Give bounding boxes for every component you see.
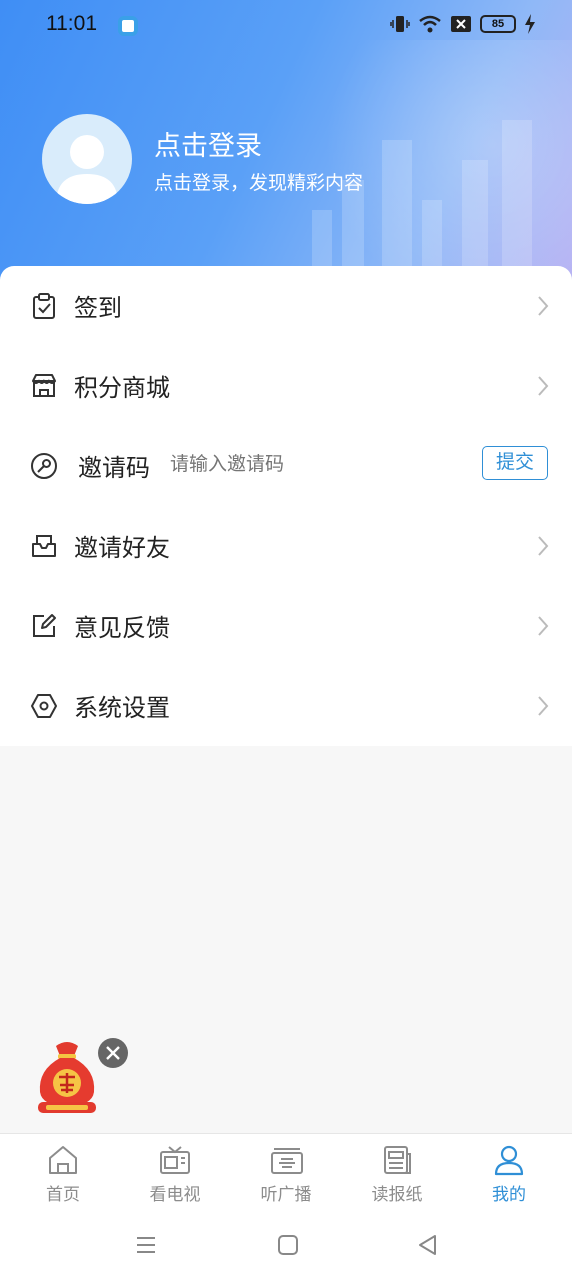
tab-tv-label: 看电视 [149, 1185, 201, 1205]
charging-icon [525, 14, 535, 34]
menu-item-feedback[interactable]: 意见反馈 [0, 586, 572, 666]
menu-icon[interactable] [134, 1233, 158, 1257]
back-icon[interactable] [416, 1233, 440, 1257]
chevron-right-icon [538, 296, 549, 316]
store-icon [32, 374, 56, 397]
key-icon [31, 453, 57, 479]
bottom-tab-bar: 首页 看电视 听广播 读报纸 我的 [0, 1133, 572, 1215]
menu-item-invite-code: 邀请码 提交 [0, 426, 572, 506]
submit-button[interactable]: 提交 [482, 446, 548, 480]
checkin-label: 签到 [74, 294, 122, 322]
login-title[interactable]: 点击登录 [154, 124, 262, 163]
menu-item-invite-friends[interactable]: 邀请好友 [0, 506, 572, 586]
tab-home-label: 首页 [46, 1185, 80, 1205]
settings-icon [31, 694, 57, 718]
tab-radio[interactable]: 听广播 [229, 1134, 343, 1216]
close-lucky-bag-button[interactable] [98, 1038, 128, 1068]
chevron-right-icon [538, 376, 549, 396]
envelope-icon [32, 535, 56, 557]
tab-mine-label: 我的 [492, 1185, 526, 1205]
tab-tv[interactable]: 看电视 [118, 1134, 232, 1216]
radio-icon [271, 1148, 303, 1174]
edit-icon [33, 614, 56, 637]
app-notification-icon [118, 16, 138, 36]
clipboard-check-icon [33, 293, 55, 319]
invite-code-input[interactable] [170, 453, 420, 475]
points-mall-label: 积分商城 [74, 374, 170, 402]
lucky-bag-icon[interactable] [34, 1040, 100, 1116]
close-icon [106, 1046, 120, 1060]
menu-item-checkin[interactable]: 签到 [0, 266, 572, 346]
home-square-icon[interactable] [276, 1233, 300, 1257]
feedback-label: 意见反馈 [74, 614, 170, 642]
invite-code-label: 邀请码 [78, 454, 150, 482]
vibrate-icon [390, 16, 410, 32]
tab-radio-label: 听广播 [260, 1185, 312, 1205]
chevron-right-icon [538, 696, 549, 716]
status-time: 11:01 [46, 12, 97, 35]
avatar[interactable] [42, 114, 132, 204]
tab-newspaper[interactable]: 读报纸 [340, 1134, 454, 1216]
wifi-icon [419, 15, 441, 33]
battery-indicator: 85 [480, 15, 516, 33]
chevron-right-icon [538, 536, 549, 556]
menu-list: 签到 积分商城 邀请码 提交 邀请好友 [0, 266, 572, 746]
invite-friends-label: 邀请好友 [74, 534, 170, 562]
menu-item-points-mall[interactable]: 积分商城 [0, 346, 572, 426]
tv-icon [160, 1146, 190, 1174]
home-icon [49, 1146, 77, 1174]
no-sim-icon [451, 16, 471, 32]
user-icon [494, 1145, 524, 1176]
system-nav-bar [0, 1215, 572, 1280]
status-icons: 85 [390, 14, 536, 34]
menu-item-settings[interactable]: 系统设置 [0, 666, 572, 746]
tab-home[interactable]: 首页 [6, 1134, 120, 1216]
login-subtitle: 点击登录，发现精彩内容 [154, 172, 364, 194]
tab-newspaper-label: 读报纸 [371, 1185, 423, 1205]
status-bar: 11:01 85 [0, 0, 572, 50]
tab-mine[interactable]: 我的 [452, 1134, 566, 1216]
newspaper-icon [384, 1146, 411, 1174]
settings-label: 系统设置 [74, 694, 170, 722]
user-avatar-icon [56, 135, 118, 204]
chevron-right-icon [538, 616, 549, 636]
